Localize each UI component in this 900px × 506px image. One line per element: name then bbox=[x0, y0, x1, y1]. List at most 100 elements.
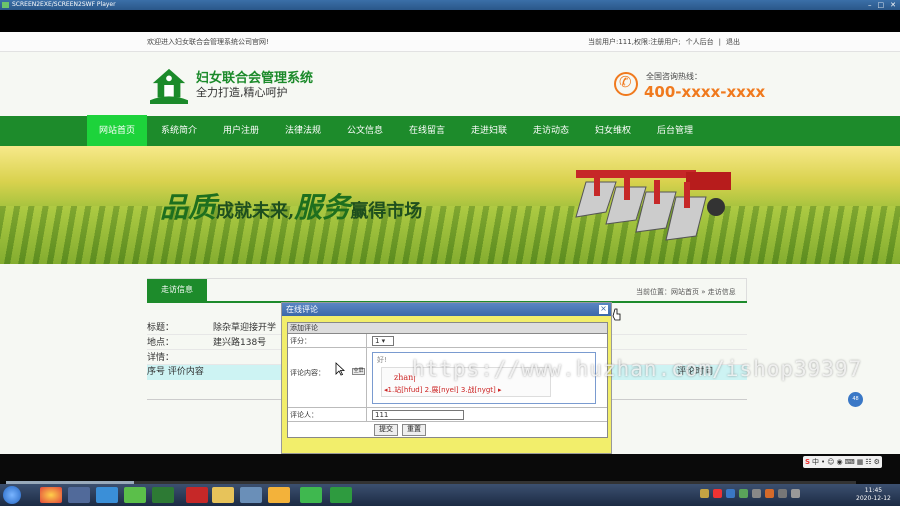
site-slogan: 全力打造,精心呵护 bbox=[196, 86, 288, 99]
cursor-arrow-icon bbox=[335, 362, 345, 376]
tray-icon-4[interactable] bbox=[739, 489, 748, 498]
tray-icon-2[interactable] bbox=[713, 489, 722, 498]
player-logo-icon bbox=[2, 2, 9, 8]
nav-home[interactable]: 网站首页 bbox=[87, 115, 147, 147]
breadcrumb: 当前位置：网站首页 » 走访信息 bbox=[636, 288, 736, 296]
hotline-label: 全国咨询热线： bbox=[646, 72, 702, 81]
submit-button[interactable]: 提交 bbox=[374, 424, 398, 436]
maximize-icon[interactable]: □ bbox=[878, 1, 885, 9]
section-tab[interactable]: 走访信息 bbox=[147, 279, 207, 301]
ime-skin-icon[interactable]: ▦ bbox=[857, 456, 864, 468]
wechat-icon[interactable] bbox=[300, 487, 322, 503]
ime-voice-icon[interactable]: ◉ bbox=[837, 456, 843, 468]
app-icon-3[interactable] bbox=[96, 487, 118, 503]
address-value: 建兴路138号 bbox=[213, 338, 267, 348]
row-divider bbox=[366, 348, 367, 407]
logout-link[interactable]: 退出 bbox=[726, 32, 740, 52]
dialog-title: 在线评论 bbox=[282, 303, 611, 316]
window-controls: – □ ✕ bbox=[868, 1, 896, 9]
title-label: 标题： bbox=[147, 323, 175, 333]
ime-toolbox-icon[interactable]: ☷ bbox=[865, 456, 871, 468]
row-divider bbox=[366, 408, 367, 421]
volume-icon[interactable] bbox=[791, 489, 800, 498]
nav-visits[interactable]: 走访动态 bbox=[521, 116, 581, 146]
reset-button[interactable]: 重置 bbox=[402, 424, 426, 436]
ime-emoji-icon[interactable]: ☺ bbox=[827, 456, 834, 468]
plow-machine-image bbox=[575, 170, 731, 241]
detail-label: 详情： bbox=[147, 353, 175, 363]
nav-rights[interactable]: 妇女维权 bbox=[583, 116, 643, 146]
hero-banner: 品质成就未来,服务赢得市场 bbox=[0, 146, 900, 264]
nav-documents[interactable]: 公文信息 bbox=[335, 116, 395, 146]
top-bar: 欢迎进入妇女联合会管理系统公司官网! 当前用户:111,权限:注册用户; 个人后… bbox=[0, 32, 900, 52]
cursor-hand-icon bbox=[612, 308, 621, 321]
ime-settings-icon[interactable]: ⚙ bbox=[874, 456, 880, 468]
nav-laws[interactable]: 法律法规 bbox=[273, 116, 333, 146]
separator: | bbox=[718, 38, 722, 46]
folder-icon[interactable] bbox=[212, 487, 234, 503]
player-title: SCREEN2EXE/SCREEN2SWF Player bbox=[12, 1, 116, 8]
nav-admin[interactable]: 后台管理 bbox=[645, 116, 705, 146]
commenter-row: 评论人： 111 bbox=[288, 408, 607, 422]
banner-phrase-1: 成就未来, bbox=[216, 201, 295, 222]
score-select[interactable]: 1 ▾ bbox=[372, 336, 394, 346]
main-nav: 网站首页 系统简介 用户注册 法律法规 公文信息 在线留言 走进妇联 走访动态 … bbox=[0, 115, 900, 147]
tray-icon-6[interactable] bbox=[765, 489, 774, 498]
tray-icon-3[interactable] bbox=[726, 489, 735, 498]
tray-icon-5[interactable] bbox=[752, 489, 761, 498]
taskbar: 11:45 2020-12-12 bbox=[0, 484, 900, 506]
ime-candidates[interactable]: ◂1.站[hfud] 2.展[nyel] 3.战[nygt] ▸ bbox=[384, 385, 502, 395]
watermark-badge: 48 bbox=[848, 392, 863, 407]
clock-date: 2020-12-12 bbox=[856, 495, 891, 502]
taskbar-clock[interactable]: 11:45 2020-12-12 bbox=[856, 487, 891, 503]
app-icon-4[interactable] bbox=[124, 487, 146, 503]
house-logo-icon bbox=[150, 68, 188, 104]
chrome-icon[interactable] bbox=[40, 487, 62, 503]
app-icon-8[interactable] bbox=[240, 487, 262, 503]
phone-icon bbox=[614, 72, 638, 96]
app-icon-5[interactable] bbox=[152, 487, 174, 503]
tray-icon-1[interactable] bbox=[700, 489, 709, 498]
welcome-text: 欢迎进入妇女联合会管理系统公司官网! bbox=[147, 38, 269, 46]
app-icon-2[interactable] bbox=[68, 487, 90, 503]
form-section-title: 添加评论 bbox=[288, 323, 607, 334]
current-user: 当前用户:111,权限:注册用户; bbox=[588, 38, 681, 46]
ime-logo-icon[interactable]: S bbox=[805, 456, 810, 468]
minimize-icon[interactable]: – bbox=[868, 1, 872, 9]
letterbox-top bbox=[0, 10, 900, 32]
player-title-bar: SCREEN2EXE/SCREEN2SWF Player – □ ✕ bbox=[0, 0, 900, 10]
address-label: 地点： bbox=[147, 338, 175, 348]
ime-punct-icon[interactable]: • bbox=[821, 456, 825, 468]
ime-toolbar[interactable]: S 中 • ☺ ◉ ⌨ ▦ ☷ ⚙ bbox=[803, 456, 882, 468]
nav-message[interactable]: 在线留言 bbox=[397, 116, 457, 146]
hotline-number: 400-xxxx-xxxx bbox=[644, 83, 766, 101]
network-icon[interactable] bbox=[778, 489, 787, 498]
button-row: 提交 重置 bbox=[288, 422, 607, 438]
ime-keyboard-icon[interactable]: ⌨ bbox=[845, 456, 855, 468]
nav-intro[interactable]: 系统简介 bbox=[149, 116, 209, 146]
clock-time: 11:45 bbox=[864, 487, 883, 494]
close-icon[interactable]: ✕ bbox=[890, 1, 896, 9]
row-divider bbox=[366, 334, 367, 347]
site-header: 妇女联合会管理系统 全力打造,精心呵护 全国咨询热线： 400-xxxx-xxx… bbox=[0, 52, 900, 116]
player-app-icon[interactable] bbox=[330, 487, 352, 503]
personal-link[interactable]: 个人后台 bbox=[686, 32, 714, 52]
score-label: 评分： bbox=[290, 337, 311, 345]
nav-about[interactable]: 走进妇联 bbox=[459, 116, 519, 146]
web-page: 欢迎进入妇女联合会管理系统公司官网! 当前用户:111,权限:注册用户; 个人后… bbox=[0, 32, 900, 454]
start-button[interactable] bbox=[3, 486, 21, 504]
fullscreen-icon[interactable]: 全屏 bbox=[352, 368, 365, 375]
dialog-close-icon[interactable]: × bbox=[599, 305, 608, 314]
banner-word-service: 服务 bbox=[294, 191, 351, 224]
ime-chinese-mode[interactable]: 中 bbox=[812, 456, 819, 468]
flash-icon[interactable] bbox=[186, 487, 208, 503]
banner-slogan: 品质成就未来,服务赢得市场 bbox=[160, 186, 422, 226]
col-number-content: 序号 评价内容 bbox=[147, 367, 204, 377]
app-icon-9[interactable] bbox=[268, 487, 290, 503]
user-links: 当前用户:111,权限:注册用户; 个人后台 | 退出 bbox=[588, 32, 740, 52]
player-controls: S 中 • ☺ ◉ ⌨ ▦ ☷ ⚙ bbox=[0, 454, 900, 484]
content-label: 评论内容： bbox=[290, 369, 325, 377]
nav-register[interactable]: 用户注册 bbox=[211, 116, 271, 146]
commenter-input[interactable]: 111 bbox=[372, 410, 464, 420]
title-value: 除杂草迎接开学 bbox=[213, 323, 277, 333]
